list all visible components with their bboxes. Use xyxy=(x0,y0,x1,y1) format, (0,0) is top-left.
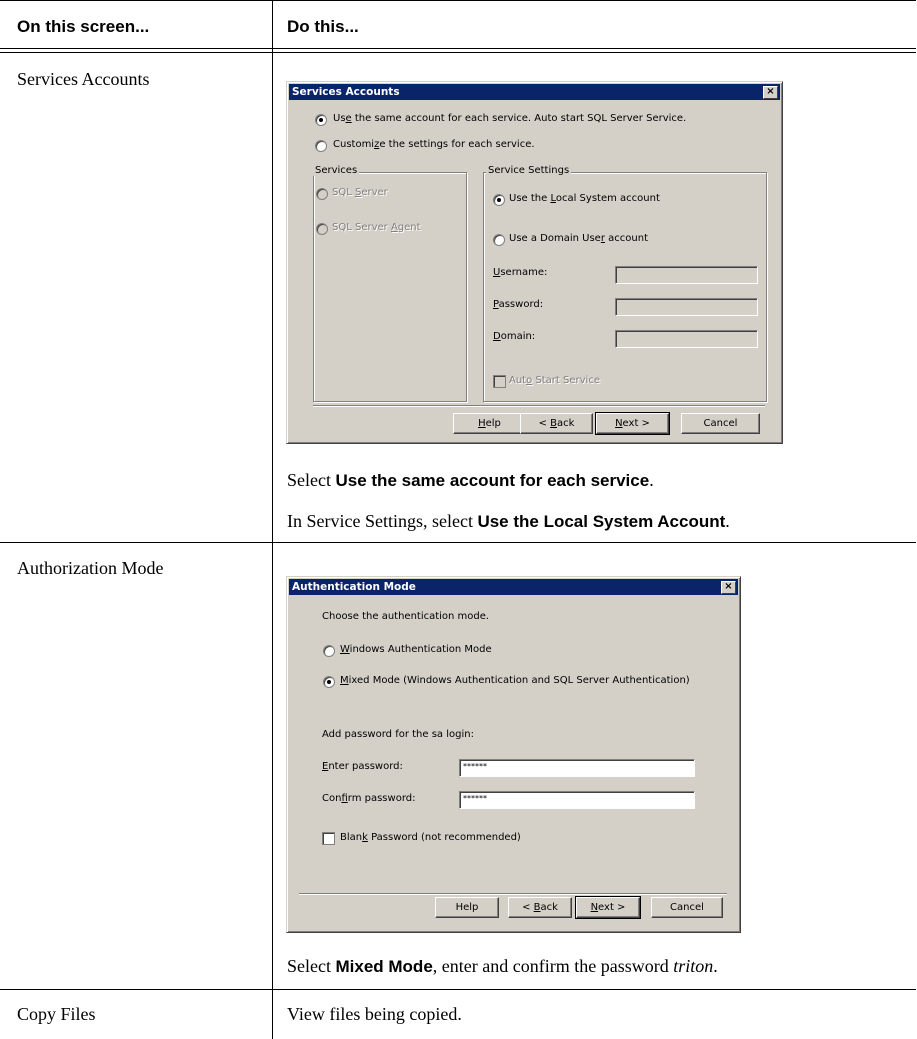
windows-auth-radio[interactable] xyxy=(323,645,335,657)
domain-user-label: Use a Domain User account xyxy=(509,233,648,244)
dialog-title: Authentication Mode xyxy=(292,581,416,593)
close-button[interactable]: × xyxy=(763,86,778,99)
row-screen-copy-files: Copy Files xyxy=(17,1004,96,1024)
header-rule xyxy=(0,48,916,49)
close-icon: × xyxy=(724,581,733,592)
instruction-line: Select Use the same account for each ser… xyxy=(287,470,654,490)
services-accounts-dialog: Services Accounts × Use the same account… xyxy=(286,81,783,444)
auto-start-label: Auto Start Service xyxy=(509,375,600,386)
blank-password-checkbox[interactable] xyxy=(322,832,335,845)
domain-label: Domain: xyxy=(493,331,536,342)
sql-server-label: SQL Server xyxy=(332,187,388,198)
windows-auth-label: Windows Authentication Mode xyxy=(340,644,492,655)
row-rule xyxy=(0,542,916,543)
help-button[interactable]: Help xyxy=(453,413,526,434)
local-system-label: Use the Local System account xyxy=(509,193,660,204)
instruction-line: View files being copied. xyxy=(287,1004,462,1024)
dialog-title: Services Accounts xyxy=(292,86,400,98)
row-rule xyxy=(0,989,916,990)
instruction-line: Select Mixed Mode, enter and confirm the… xyxy=(287,956,718,976)
customize-settings-label: Customize the settings for each service. xyxy=(333,139,535,150)
domain-user-radio[interactable] xyxy=(493,234,505,246)
column-header-screen: On this screen... xyxy=(17,17,150,36)
cancel-button[interactable]: Cancel xyxy=(651,897,723,918)
help-button[interactable]: Help xyxy=(435,897,499,918)
button-separator xyxy=(313,405,765,407)
header-rule-double xyxy=(0,52,916,53)
close-icon: × xyxy=(766,86,775,97)
sa-login-prompt: Add password for the sa login: xyxy=(322,729,474,740)
dialog-titlebar: Services Accounts × xyxy=(289,84,780,100)
next-button[interactable]: Next > xyxy=(595,412,670,435)
username-label: Username: xyxy=(493,267,548,278)
confirm-password-label: Confirm password: xyxy=(322,793,416,804)
button-separator xyxy=(299,893,727,895)
enter-password-field[interactable]: ****** xyxy=(459,759,695,777)
sql-agent-label: SQL Server Agent xyxy=(332,222,421,233)
dialog-titlebar: Authentication Mode × xyxy=(289,579,738,595)
blank-password-label: Blank Password (not recommended) xyxy=(340,832,521,843)
auth-prompt: Choose the authentication mode. xyxy=(322,611,490,622)
same-account-radio[interactable] xyxy=(315,114,327,126)
sql-agent-radio[interactable] xyxy=(316,223,328,235)
customize-settings-radio[interactable] xyxy=(315,140,327,152)
mixed-mode-radio[interactable] xyxy=(323,676,335,688)
row-screen-services-accounts: Services Accounts xyxy=(17,69,150,89)
username-field[interactable] xyxy=(615,266,758,284)
services-group-label: Services xyxy=(313,165,360,176)
password-field[interactable] xyxy=(615,298,758,316)
back-button[interactable]: < Back xyxy=(520,413,593,434)
close-button[interactable]: × xyxy=(721,581,736,594)
enter-password-label: Enter password: xyxy=(322,761,403,772)
next-button[interactable]: Next > xyxy=(575,896,641,919)
instruction-line: In Service Settings, select Use the Loca… xyxy=(287,511,730,531)
column-header-action: Do this... xyxy=(287,17,359,36)
service-settings-groupbox xyxy=(483,172,767,402)
domain-field[interactable] xyxy=(615,330,758,348)
table-top-rule xyxy=(0,0,916,1)
cancel-button[interactable]: Cancel xyxy=(681,413,760,434)
password-label: Password: xyxy=(493,299,544,310)
back-button[interactable]: < Back xyxy=(508,897,572,918)
row-screen-authorization-mode: Authorization Mode xyxy=(17,558,164,578)
column-divider xyxy=(272,0,273,1039)
sql-server-radio[interactable] xyxy=(316,188,328,200)
confirm-password-field[interactable]: ****** xyxy=(459,791,695,809)
authentication-mode-dialog: Authentication Mode × Choose the authent… xyxy=(286,576,741,933)
service-settings-label: Service Settings xyxy=(486,165,572,176)
local-system-radio[interactable] xyxy=(493,194,505,206)
services-groupbox xyxy=(313,172,467,402)
mixed-mode-label: Mixed Mode (Windows Authentication and S… xyxy=(340,675,690,686)
auto-start-checkbox[interactable] xyxy=(493,375,506,388)
same-account-label: Use the same account for each service. A… xyxy=(333,113,687,124)
